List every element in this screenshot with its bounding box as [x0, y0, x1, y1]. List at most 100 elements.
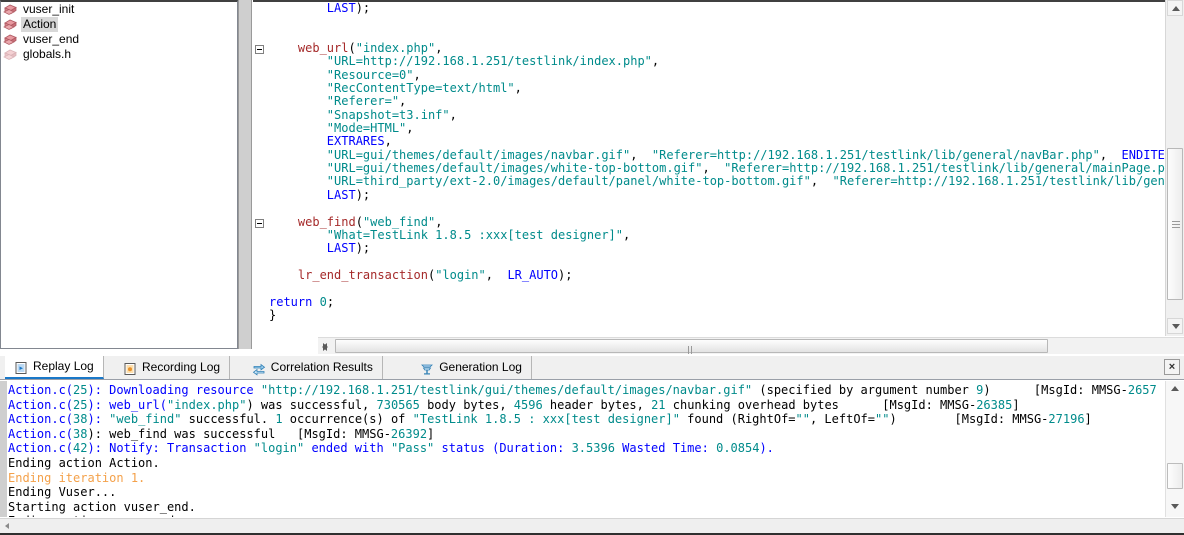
log-token: Action.c(	[8, 383, 74, 397]
replay-log-text[interactable]: Action.c(25): Downloading resource "http…	[8, 383, 1156, 517]
code-token: LAST	[326, 187, 356, 202]
code-token: }	[269, 307, 277, 322]
log-token: 25	[73, 397, 88, 412]
chevron-up-icon	[1171, 386, 1179, 391]
log-token: ): Downloading resource	[87, 383, 261, 397]
code-token: EXTRARES	[326, 134, 385, 149]
log-token: chunking overhead bytes [MsgId: MMSG-	[665, 397, 977, 412]
code-token: ,	[514, 81, 522, 96]
tab-recording-log[interactable]: Recording Log	[114, 356, 231, 379]
log-scroll-left-button[interactable]	[0, 519, 15, 534]
log-line: Action.c(38): "web_find" successful. 1 o…	[8, 412, 1156, 427]
code-line: "Referer=",	[269, 95, 1184, 108]
tab-generation-log[interactable]: Generation Log	[411, 356, 532, 379]
code-line: }	[269, 307, 1184, 322]
tree-item-globals-h[interactable]: globals.h	[1, 47, 237, 62]
replay-log-panel[interactable]: Action.c(25): Downloading resource "http…	[0, 381, 1184, 535]
code-line: "Snapshot=t3.inf",	[269, 107, 1184, 122]
code-token: lr_end_transaction	[297, 267, 428, 282]
scroll-grip-icon	[1172, 221, 1180, 228]
code-token: "Referer=http://192.168.1.251/testlink/l…	[651, 147, 1100, 162]
log-token: Action.c(	[8, 441, 74, 456]
tree-vertical-scrollbar[interactable]	[238, 0, 252, 349]
code-token: ,	[435, 214, 443, 229]
log-token: Ending action vuser_end.	[8, 514, 181, 517]
tab-correlation-results[interactable]: Correlation Results	[243, 356, 383, 379]
log-vertical-scrollbar[interactable]	[1165, 381, 1184, 517]
tree-item-label: Action	[21, 17, 59, 32]
log-scroll-up-button[interactable]	[1167, 381, 1183, 397]
code-scroll-up-button[interactable]	[1167, 0, 1183, 16]
log-token: 42	[73, 441, 88, 456]
code-horizontal-scroll-thumb[interactable]	[335, 339, 1048, 368]
log-token: 27196	[1048, 412, 1085, 427]
log-token: occurrence(s) of	[282, 412, 413, 427]
code-token: "Snapshot=t3.inf"	[326, 107, 450, 122]
tab-label: Recording Log	[142, 360, 221, 374]
log-token: found (RightOf=	[679, 412, 796, 427]
tab-replay-log[interactable]: Replay Log	[5, 356, 104, 379]
log-token: Action.c(	[8, 412, 74, 427]
code-token: ,	[413, 67, 421, 82]
code-token: LAST	[326, 241, 356, 256]
code-fold-toggle[interactable]	[255, 219, 264, 228]
code-line: lr_end_transaction("login", LR_AUTO);	[269, 267, 1184, 282]
code-token: ;	[326, 294, 335, 309]
code-vertical-scroll-thumb[interactable]	[1167, 148, 1183, 300]
log-line: Starting action vuser_end.	[8, 500, 1156, 515]
tree-item-vuser-end[interactable]: vuser_end	[1, 32, 237, 47]
code-line: EXTRARES,	[269, 135, 1184, 148]
tree-item-label: vuser_end	[23, 32, 80, 46]
log-token: ): web_find was successful [MsgId: MMSG-	[87, 426, 391, 441]
code-editor-text[interactable]: LAST); web_url("index.php", "URL=http://…	[269, 2, 1184, 336]
code-horizontal-scrollbar[interactable]	[318, 337, 1184, 368]
log-line: Ending action vuser_end.	[8, 514, 1156, 517]
code-line: web_find("web_find",	[269, 214, 1184, 229]
action-block-icon	[3, 33, 18, 47]
log-token: 25	[73, 383, 88, 397]
code-fold-margin[interactable]	[253, 2, 269, 336]
code-scroll-down-button[interactable]	[1167, 318, 1183, 334]
code-line: "RecContentType=text/html",	[269, 81, 1184, 96]
log-token: ]	[1012, 397, 1020, 412]
action-block-icon	[3, 3, 18, 17]
log-line: Ending action Action.	[8, 456, 1156, 471]
code-line: "URL=third_party/ext-2.0/images/default/…	[269, 175, 1184, 188]
code-token: "index.php"	[355, 41, 436, 56]
code-line: "Mode=HTML",	[269, 121, 1184, 135]
code-fold-toggle[interactable]	[255, 45, 264, 54]
code-line: LAST);	[269, 2, 1184, 15]
log-horizontal-scrollbar[interactable]	[0, 518, 1184, 534]
chevron-down-icon	[1172, 324, 1180, 329]
code-editor-pane[interactable]: LAST); web_url("index.php", "URL=http://…	[253, 0, 1184, 336]
code-scroll-right-button[interactable]	[319, 338, 335, 354]
code-token: "Resource=0"	[326, 67, 414, 82]
tree-item-vuser-init[interactable]: vuser_init	[1, 2, 237, 17]
output-tab-bar[interactable]: Replay Log Recording Log Correlation Resul…	[0, 356, 1184, 380]
script-tree-panel[interactable]: vuser_init Action vuser_end globals.h	[0, 0, 238, 349]
replay-log-icon	[14, 360, 28, 374]
log-vertical-scroll-thumb[interactable]	[1167, 463, 1183, 489]
log-gutter	[0, 381, 8, 517]
close-panel-button[interactable]: ×	[1164, 359, 1180, 375]
tree-item-Action[interactable]: Action	[1, 17, 237, 32]
code-vertical-scrollbar[interactable]	[1165, 0, 1184, 336]
log-token: Starting action vuser_end.	[8, 499, 196, 514]
log-token: 21	[651, 397, 666, 412]
tree-item-label: globals.h	[23, 47, 72, 61]
log-scroll-down-button[interactable]	[1167, 499, 1183, 515]
code-token: );	[355, 241, 371, 256]
